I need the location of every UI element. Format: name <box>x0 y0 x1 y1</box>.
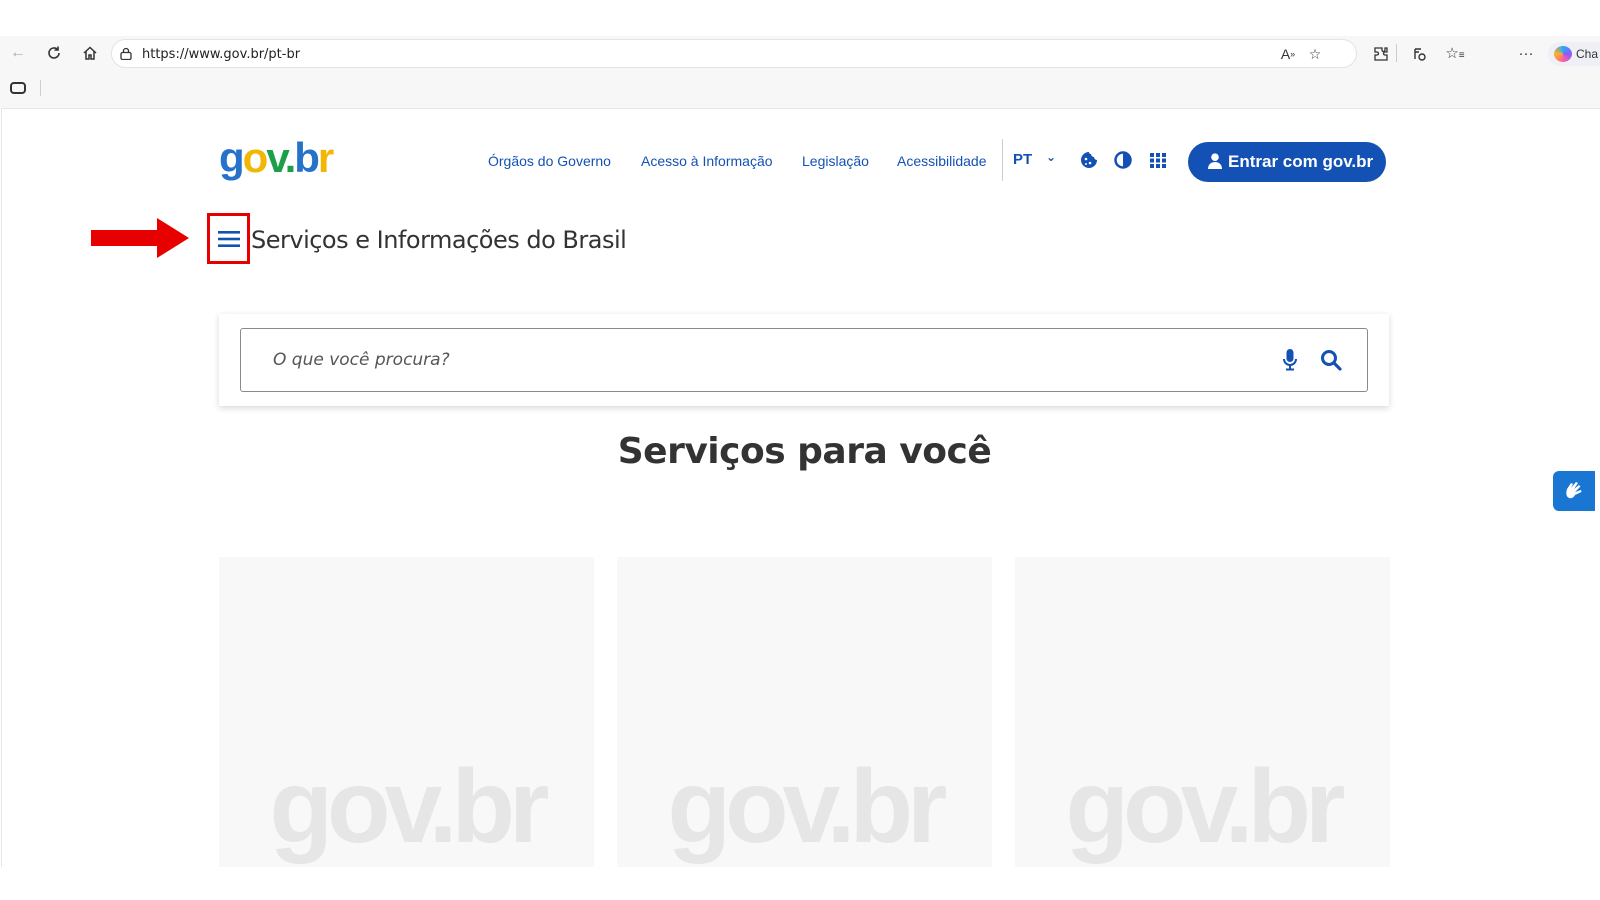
login-label: Entrar com gov.br <box>1228 152 1374 171</box>
logo-letter: . <box>284 134 297 181</box>
hamburger-icon <box>218 231 240 247</box>
login-button[interactable]: Entrar com gov.br <box>1188 142 1386 182</box>
card-watermark-logo: gov.br <box>667 749 947 865</box>
govbr-logo[interactable]: gov.br <box>219 134 334 181</box>
screen: ← https://www.gov.br/pt-br A» ☆ ☆≡ ··· C… <box>0 0 1600 900</box>
favorite-star-icon[interactable]: ☆ <box>1305 45 1325 63</box>
search-input[interactable] <box>240 328 1368 392</box>
card-watermark-logo: gov.br <box>269 749 549 865</box>
apps-grid-icon[interactable] <box>1148 150 1168 170</box>
favorites-bar <box>0 70 1600 108</box>
lock-icon <box>120 47 132 60</box>
favorites-list-icon[interactable]: ☆≡ <box>1444 44 1466 64</box>
favorites-separator <box>40 80 41 96</box>
logo-letter: v <box>266 134 286 181</box>
header-divider <box>1002 139 1003 181</box>
language-selector[interactable]: PT <box>1013 151 1032 168</box>
back-icon[interactable]: ← <box>7 42 29 64</box>
service-card[interactable]: gov.br <box>1015 557 1390 867</box>
service-card[interactable]: gov.br <box>219 557 594 867</box>
copilot-button[interactable]: Cha <box>1548 42 1600 66</box>
microphone-icon[interactable] <box>1282 348 1298 372</box>
browser-essentials-icon[interactable] <box>1408 44 1430 64</box>
service-card[interactable]: gov.br <box>617 557 992 867</box>
card-watermark-logo: gov.br <box>1065 749 1345 865</box>
copilot-label: Cha <box>1576 47 1599 61</box>
contrast-icon[interactable] <box>1113 150 1133 170</box>
more-menu-icon[interactable]: ··· <box>1515 44 1537 64</box>
url-text[interactable]: https://www.gov.br/pt-br <box>142 47 300 62</box>
sign-language-icon <box>1566 482 1582 499</box>
read-aloud-icon[interactable]: A» <box>1278 45 1298 63</box>
vlibras-button[interactable] <box>1553 471 1595 511</box>
browser-toolbar: ← https://www.gov.br/pt-br A» ☆ ☆≡ ··· C… <box>0 36 1600 70</box>
link-acessibilidade[interactable]: Acessibilidade <box>897 153 987 169</box>
site-title: Serviços e Informações do Brasil <box>251 226 627 254</box>
toolbar-separator <box>1396 44 1397 62</box>
link-acesso-informacao[interactable]: Acesso à Informação <box>641 153 773 169</box>
user-icon <box>1208 153 1222 169</box>
section-title: Serviços para você <box>617 431 992 472</box>
tab-actions-icon[interactable] <box>10 82 26 94</box>
address-bar[interactable]: https://www.gov.br/pt-br A» ☆ <box>111 39 1357 68</box>
chevron-down-icon[interactable]: ⌄ <box>1046 150 1056 164</box>
refresh-icon[interactable] <box>43 42 65 64</box>
logo-letter: o <box>242 134 269 181</box>
search-icon[interactable] <box>1320 349 1342 371</box>
logo-letter: g <box>219 134 245 181</box>
logo-letter: b <box>294 134 320 181</box>
menu-button[interactable] <box>207 213 250 264</box>
copilot-logo-icon <box>1554 46 1572 62</box>
cookie-icon[interactable] <box>1079 150 1099 170</box>
link-legislacao[interactable]: Legislação <box>802 153 869 169</box>
web-page: gov.br Órgãos do Governo Acesso à Inform… <box>1 108 1600 867</box>
home-icon[interactable] <box>79 42 101 64</box>
logo-letter: r <box>317 134 334 181</box>
link-orgaos-governo[interactable]: Órgãos do Governo <box>488 153 611 169</box>
search-card <box>219 314 1389 406</box>
extensions-icon[interactable] <box>1370 44 1392 64</box>
annotation-arrow-icon <box>91 218 189 258</box>
